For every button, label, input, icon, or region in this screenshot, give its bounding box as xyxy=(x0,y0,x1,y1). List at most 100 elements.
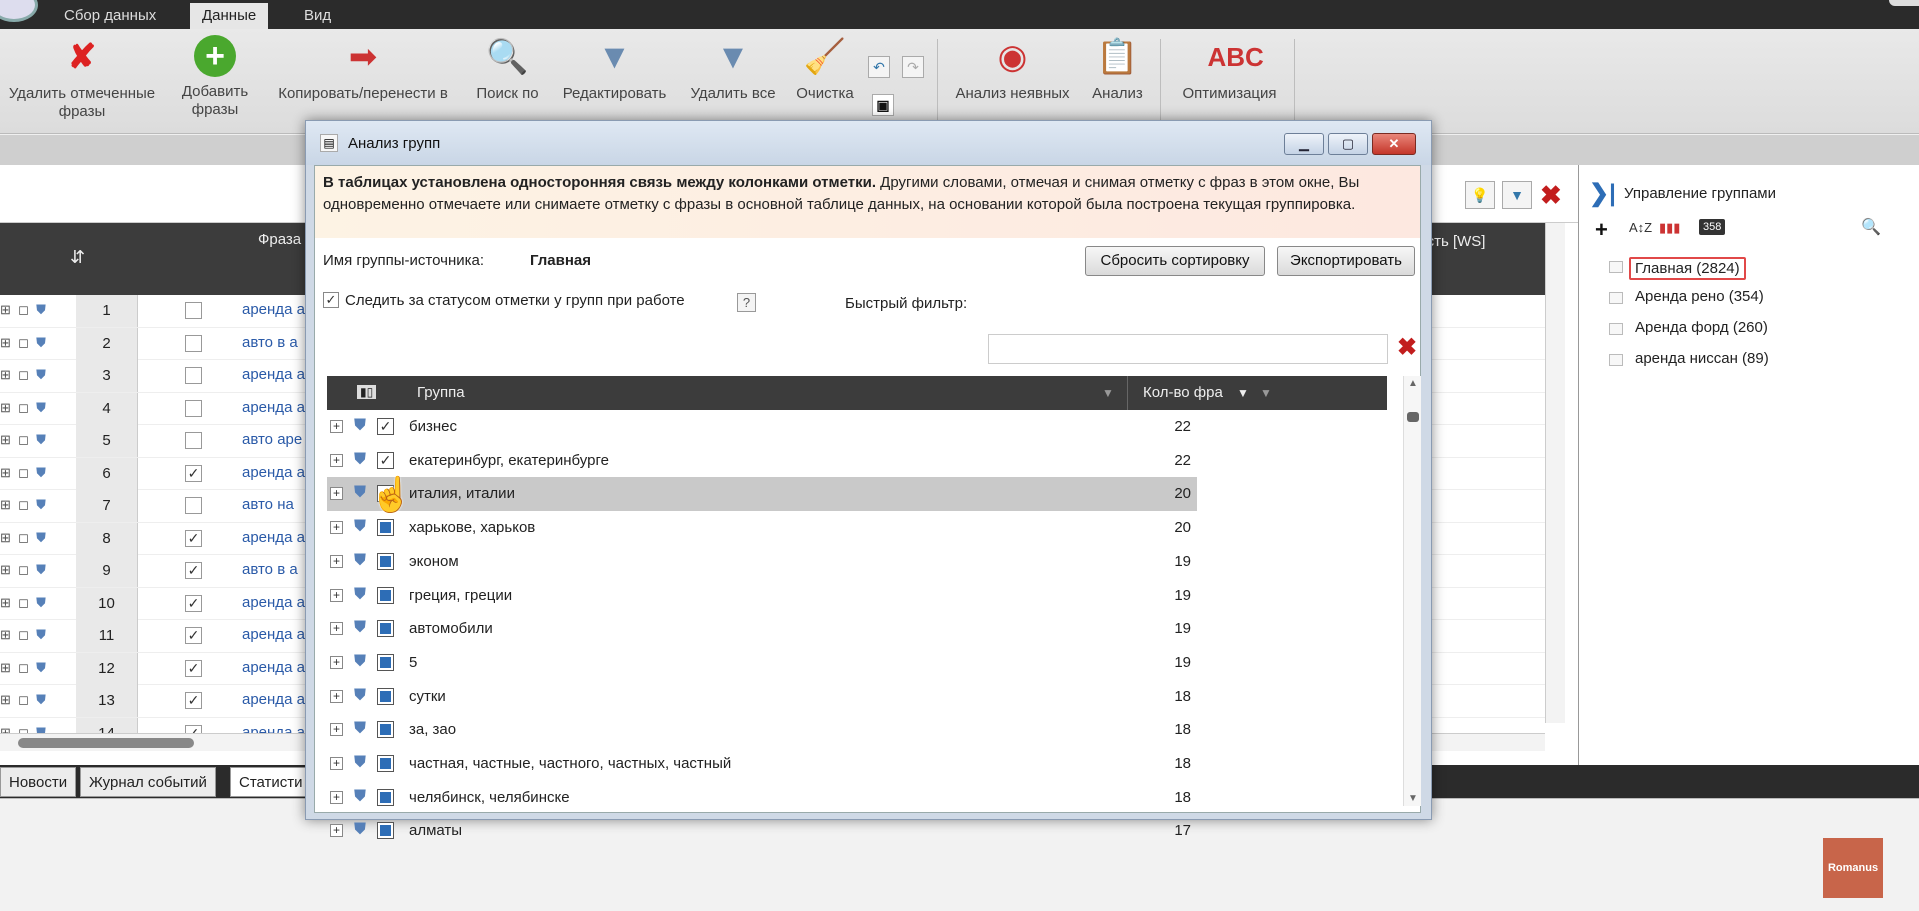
row-status-icons[interactable]: ⊞ ◻ ⛊ xyxy=(0,660,70,676)
expand-icon[interactable]: + xyxy=(330,588,343,602)
row-phrase[interactable]: аренда а xyxy=(242,301,305,318)
row-phrase[interactable]: аренда а xyxy=(242,366,305,383)
scroll-down-icon[interactable]: ▼ xyxy=(1408,793,1418,804)
group-row[interactable]: + ⛊ за, зао 18 xyxy=(327,713,1197,747)
lightbulb-filter-button[interactable]: 💡 xyxy=(1465,181,1495,209)
row-status-icons[interactable]: ⊞ ◻ ⛊ xyxy=(0,562,70,578)
tab-statistics[interactable]: Статисти xyxy=(230,767,312,797)
group-row[interactable]: + ⛊ автомобили 19 xyxy=(327,612,1197,646)
group-checkbox[interactable] xyxy=(377,586,394,604)
group-tree-item[interactable]: Аренда рено (354) xyxy=(1635,288,1764,305)
group-table-scrollbar[interactable]: ▲ ▼ xyxy=(1403,376,1421,806)
expand-icon[interactable]: + xyxy=(330,655,343,669)
shield-icon[interactable]: ⛊ xyxy=(354,484,366,502)
expand-icon[interactable]: + xyxy=(330,622,343,636)
row-checkbox[interactable] xyxy=(185,497,202,514)
group-row[interactable]: + ⛊ греция, греции 19 xyxy=(327,579,1197,613)
row-status-icons[interactable]: ⊞ ◻ ⛊ xyxy=(0,692,70,708)
row-checkbox[interactable] xyxy=(185,399,202,417)
tab-view[interactable]: Вид xyxy=(292,3,343,29)
group-row[interactable]: + ⛊ ✓ бизнес 22 xyxy=(327,410,1197,444)
collapse-panel-icon[interactable]: ❯| xyxy=(1589,179,1616,208)
row-phrase[interactable]: аренда а xyxy=(242,464,305,481)
shield-icon[interactable]: ⛊ xyxy=(354,687,366,705)
tab-event-log[interactable]: Журнал событий xyxy=(80,767,216,797)
row-status-icons[interactable]: ⊞ ◻ ⛊ xyxy=(0,465,70,481)
column-header-count[interactable]: Кол-во фра xyxy=(1143,384,1223,401)
group-checkbox[interactable] xyxy=(377,822,394,840)
group-row[interactable]: + ⛊ 5 19 xyxy=(327,646,1197,680)
row-status-icons[interactable]: ⊞ ◻ ⛊ xyxy=(0,335,70,351)
group-checkbox[interactable]: ✓ xyxy=(377,418,394,435)
group-checkbox[interactable] xyxy=(377,653,394,671)
quick-filter-input[interactable] xyxy=(988,334,1388,364)
row-status-icons[interactable]: ⊞ ◻ ⛊ xyxy=(0,400,70,416)
column-toggle-button[interactable]: ▣ xyxy=(872,94,894,116)
shield-icon[interactable]: ⛊ xyxy=(354,518,366,536)
row-phrase[interactable]: аренда а xyxy=(242,659,305,676)
cleanup-button[interactable]: 🧹 Очистка xyxy=(790,35,860,103)
minimize-button[interactable]: ▁ xyxy=(1284,133,1324,155)
app-logo[interactable] xyxy=(0,0,38,22)
row-status-icons[interactable]: ⊞ ◻ ⛊ xyxy=(0,497,70,513)
count-filter-icon[interactable]: ▼ xyxy=(1260,386,1272,400)
row-phrase[interactable]: авто аре xyxy=(242,431,302,448)
shield-icon[interactable]: ⛊ xyxy=(354,552,366,570)
group-tree-item[interactable]: Главная (2824) xyxy=(1629,257,1746,280)
expand-icon[interactable]: + xyxy=(330,420,343,433)
group-checkbox[interactable] xyxy=(377,721,394,739)
row-checkbox[interactable] xyxy=(185,334,202,352)
row-status-icons[interactable]: ⊞ ◻ ⛊ xyxy=(0,302,70,318)
expand-icon[interactable]: + xyxy=(330,453,343,467)
group-row[interactable]: + ⛊ сутки 18 xyxy=(327,680,1197,714)
expand-icon[interactable]: + xyxy=(330,824,343,838)
group-checkbox[interactable] xyxy=(377,687,394,705)
row-checkbox[interactable]: ✓ xyxy=(185,659,202,677)
group-checkbox[interactable] xyxy=(377,519,394,537)
row-phrase[interactable]: авто в а xyxy=(242,561,298,578)
group-row[interactable]: + ⛊ харькове, харьков 20 xyxy=(327,511,1197,545)
undo-button[interactable]: ↶ xyxy=(868,56,890,78)
help-button[interactable]: ? xyxy=(737,293,756,312)
filter-delete-button[interactable]: ▼ Удалить все xyxy=(683,35,783,103)
group-checkbox[interactable] xyxy=(377,620,394,638)
dialog-titlebar[interactable]: ▤ Анализ групп ▁ ▢ ✕ xyxy=(306,121,1431,165)
row-phrase[interactable]: авто в а xyxy=(242,334,298,351)
maximize-button[interactable]: ▢ xyxy=(1328,133,1368,155)
clear-quick-filter-button[interactable]: ✖ xyxy=(1397,336,1417,360)
group-row[interactable]: + ⛊ частная, частные, частного, частных, ч… xyxy=(327,747,1197,781)
group-row[interactable]: + ⛊ ✓ екатеринбург, екатеринбурге 22 xyxy=(327,444,1197,478)
group-tree-item[interactable]: аренда ниссан (89) xyxy=(1635,350,1769,367)
group-row[interactable]: + ⛊ ✓ италия, италии 20 xyxy=(327,477,1197,512)
row-checkbox[interactable]: ✓ xyxy=(185,464,202,482)
shield-icon[interactable]: ⛊ xyxy=(354,720,366,738)
expand-icon[interactable]: + xyxy=(330,723,343,737)
scroll-thumb[interactable] xyxy=(1407,412,1419,422)
row-phrase[interactable]: аренда а xyxy=(242,399,305,416)
expand-icon[interactable]: + xyxy=(330,757,343,770)
sort-az-icon[interactable]: A↕Z xyxy=(1629,220,1652,235)
counter-badge[interactable]: 358 xyxy=(1699,219,1726,235)
shield-icon[interactable]: ⛊ xyxy=(354,451,366,469)
add-phrases-button[interactable]: + Добавить фразы xyxy=(175,35,255,119)
main-grid-vertical-scrollbar[interactable] xyxy=(1545,223,1565,723)
sort-desc-icon[interactable]: ▼ xyxy=(1237,386,1249,400)
row-status-icons[interactable]: ⊞ ◻ ⛊ xyxy=(0,627,70,643)
scroll-thumb[interactable] xyxy=(18,738,194,748)
expand-icon[interactable]: + xyxy=(330,790,343,804)
row-checkbox[interactable]: ✓ xyxy=(185,627,202,644)
row-checkbox[interactable] xyxy=(185,302,202,319)
row-status-icons[interactable]: ⊞ ◻ ⛊ xyxy=(0,595,70,611)
shield-icon[interactable]: ⛊ xyxy=(354,653,366,671)
search-icon[interactable]: 🔍 xyxy=(1861,217,1881,237)
tab-news[interactable]: Новости xyxy=(0,767,77,797)
delete-marked-button[interactable]: ✘ Удалить отмеченные фразы xyxy=(2,35,162,121)
shield-icon[interactable]: ⛊ xyxy=(354,821,366,839)
group-row[interactable]: + ⛊ алматы 17 xyxy=(327,814,1197,848)
expand-icon[interactable]: + xyxy=(330,689,343,703)
row-phrase[interactable]: аренда а xyxy=(242,691,305,708)
tab-data-collection[interactable]: Сбор данных xyxy=(52,3,168,29)
group-checkbox[interactable] xyxy=(377,755,394,772)
shield-icon[interactable]: ⛊ xyxy=(354,586,366,604)
column-header-phrase[interactable]: Фраза xyxy=(258,231,301,248)
